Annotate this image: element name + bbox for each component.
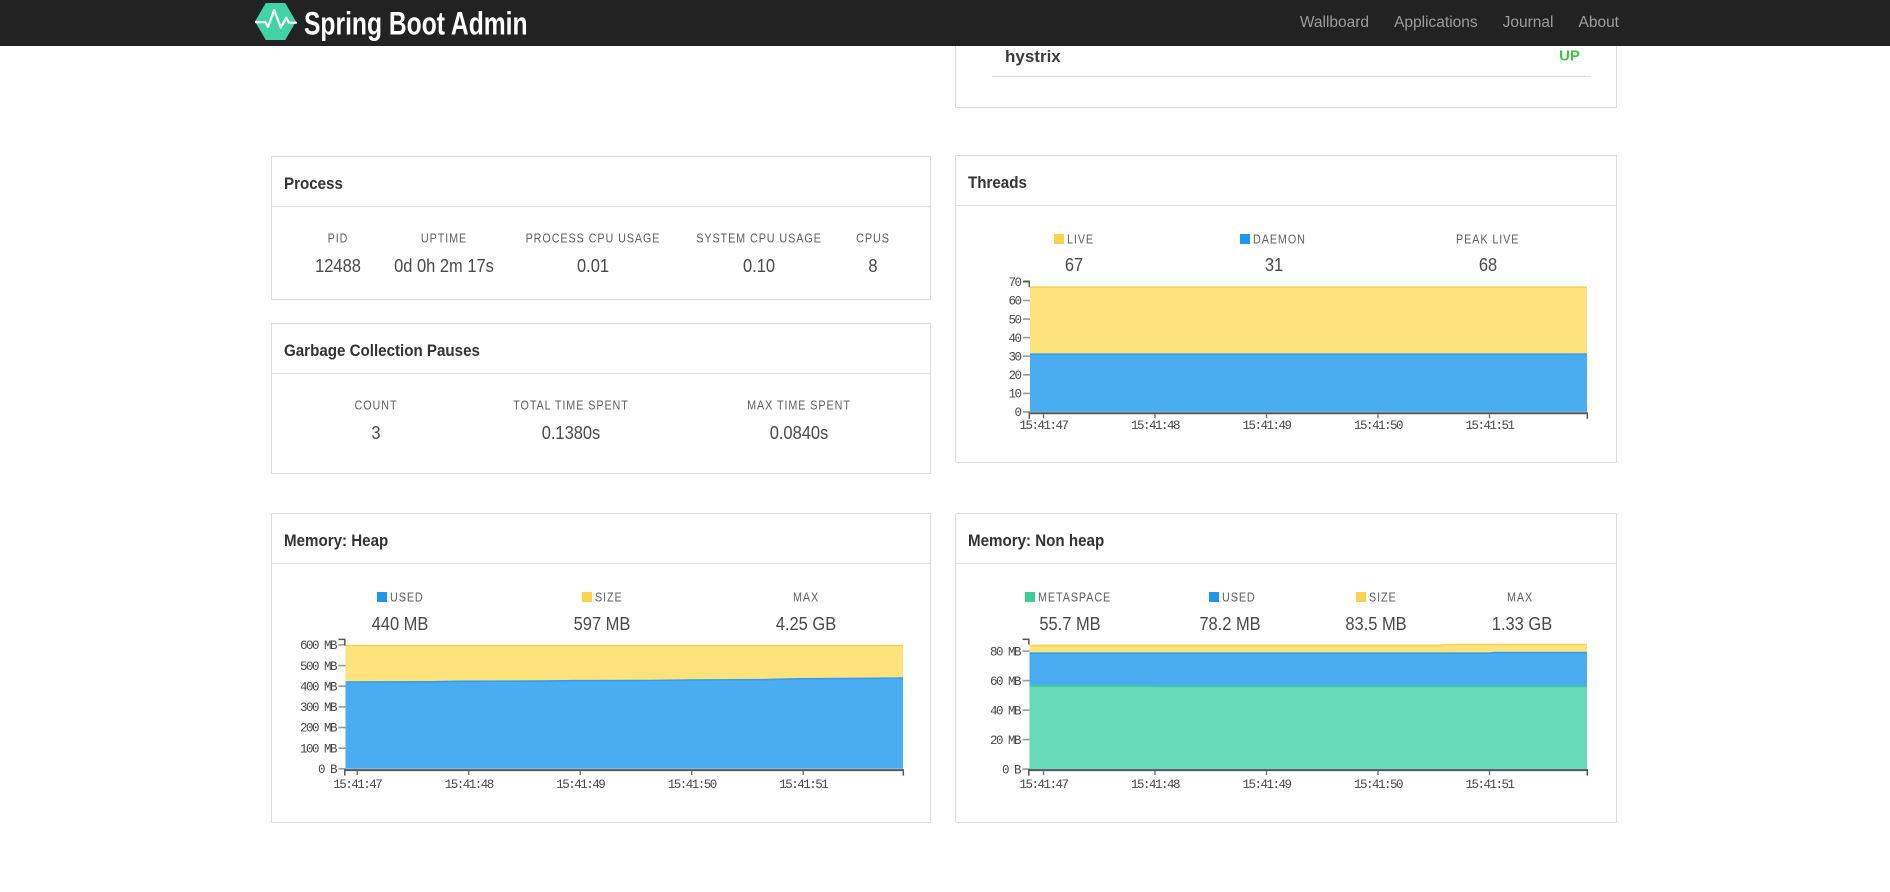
svg-text:15:41:47: 15:41:47 xyxy=(1019,419,1068,433)
svg-text:600 MB: 600 MB xyxy=(300,639,338,653)
svg-text:50: 50 xyxy=(1008,313,1021,327)
svg-text:0 B: 0 B xyxy=(1002,763,1022,777)
svg-text:100 MB: 100 MB xyxy=(300,742,338,756)
svg-text:30: 30 xyxy=(1008,350,1021,364)
svg-text:200 MB: 200 MB xyxy=(300,722,338,736)
svg-text:15:41:51: 15:41:51 xyxy=(779,778,828,792)
svg-text:15:41:49: 15:41:49 xyxy=(556,778,605,792)
svg-text:15:41:50: 15:41:50 xyxy=(1354,778,1403,792)
svg-text:15:41:50: 15:41:50 xyxy=(1354,419,1403,433)
svg-text:15:41:48: 15:41:48 xyxy=(445,778,494,792)
svg-text:15:41:51: 15:41:51 xyxy=(1465,778,1514,792)
svg-text:15:41:50: 15:41:50 xyxy=(668,778,717,792)
svg-text:15:41:51: 15:41:51 xyxy=(1465,419,1514,433)
svg-text:400 MB: 400 MB xyxy=(300,680,338,694)
svg-text:40: 40 xyxy=(1008,332,1021,346)
svg-text:15:41:49: 15:41:49 xyxy=(1242,419,1291,433)
svg-text:15:41:48: 15:41:48 xyxy=(1131,778,1180,792)
svg-text:60 MB: 60 MB xyxy=(990,675,1022,689)
svg-text:40 MB: 40 MB xyxy=(990,704,1022,718)
svg-text:0 B: 0 B xyxy=(318,763,338,777)
svg-text:20: 20 xyxy=(1008,369,1021,383)
svg-text:10: 10 xyxy=(1008,388,1021,402)
svg-text:15:41:47: 15:41:47 xyxy=(333,778,382,792)
svg-text:20 MB: 20 MB xyxy=(990,734,1022,748)
svg-text:15:41:48: 15:41:48 xyxy=(1131,419,1180,433)
svg-text:15:41:49: 15:41:49 xyxy=(1242,778,1291,792)
svg-text:60: 60 xyxy=(1008,295,1021,309)
svg-text:70: 70 xyxy=(1008,276,1021,290)
svg-text:500 MB: 500 MB xyxy=(300,660,338,674)
svg-text:300 MB: 300 MB xyxy=(300,701,338,715)
svg-text:80 MB: 80 MB xyxy=(990,645,1022,659)
svg-text:15:41:47: 15:41:47 xyxy=(1019,778,1068,792)
